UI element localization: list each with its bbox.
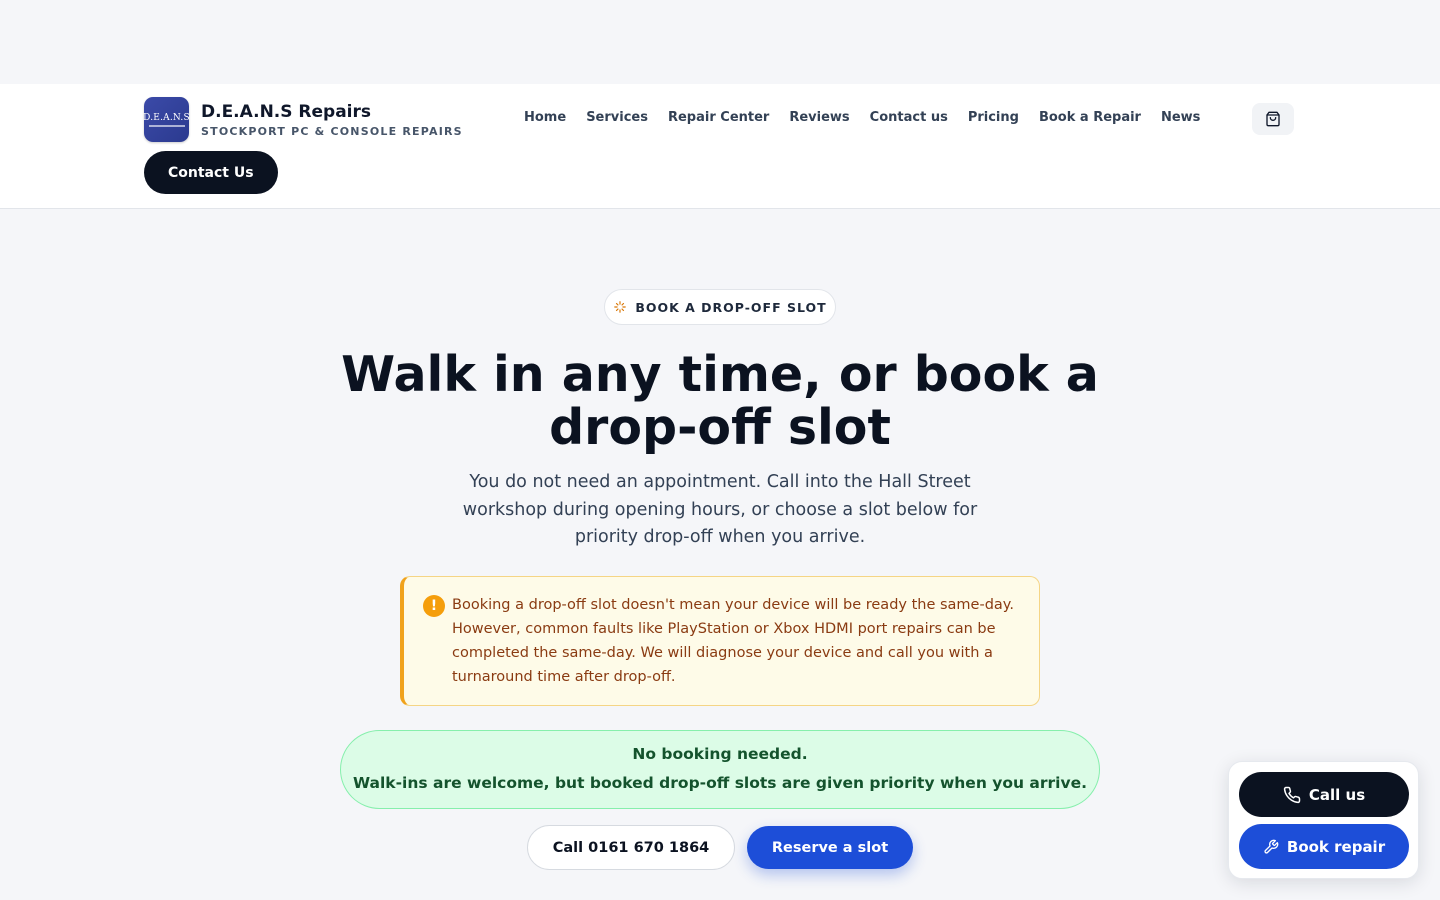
call-phone-button[interactable]: Call 0161 670 1864 [527, 825, 735, 870]
nav-news[interactable]: News [1161, 110, 1200, 126]
brand-logo[interactable]: D.E.A.N.S [143, 97, 190, 142]
floating-call-label: Call us [1308, 785, 1366, 804]
logo-underline [148, 124, 185, 127]
site-header: D.E.A.N.S D.E.A.N.S Repairs STOCKPORT PC… [0, 84, 1440, 209]
nav-contact[interactable]: Contact us [870, 110, 948, 126]
nav-repair-center[interactable]: Repair Center [668, 110, 769, 126]
badge-label: BOOK A DROP-OFF SLOT [635, 299, 827, 315]
phone-icon [1283, 786, 1301, 803]
reserve-slot-button[interactable]: Reserve a slot [747, 826, 913, 869]
contact-us-button[interactable]: Contact Us [144, 151, 278, 194]
nav-reviews[interactable]: Reviews [789, 110, 849, 126]
info-text: Walk-ins are welcome, but booked drop-of… [352, 774, 1087, 792]
warning-text: Booking a drop-off slot doesn't mean you… [452, 597, 1014, 685]
alert-icon: ! [423, 595, 445, 617]
warning-notice: ! Booking a drop-off slot doesn't mean y… [400, 576, 1040, 706]
hero-lead: You do not need an appointment. Call int… [462, 472, 978, 547]
nav-home[interactable]: Home [524, 110, 566, 126]
wrench-icon [1264, 839, 1279, 854]
nav-services[interactable]: Services [586, 110, 648, 126]
brand[interactable]: D.E.A.N.S D.E.A.N.S Repairs STOCKPORT PC… [143, 97, 463, 142]
main-nav: Home Services Repair Center Reviews Cont… [524, 110, 1200, 126]
brand-name[interactable]: D.E.A.N.S Repairs [201, 101, 463, 123]
nav-pricing[interactable]: Pricing [968, 110, 1019, 126]
top-strip [0, 0, 1440, 84]
floating-call-button[interactable]: Call us [1239, 772, 1409, 817]
cart-button[interactable] [1252, 103, 1294, 135]
page-title: Walk in any time, or book a drop-off slo… [341, 346, 1099, 456]
brand-text: D.E.A.N.S Repairs STOCKPORT PC & CONSOLE… [201, 101, 463, 138]
shopping-bag-icon [1266, 111, 1280, 127]
brand-tagline: STOCKPORT PC & CONSOLE REPAIRS [201, 125, 463, 138]
info-banner: No booking needed. Walk-ins are welcome,… [340, 730, 1100, 809]
floating-book-button[interactable]: Book repair [1239, 824, 1409, 869]
nav-book-repair[interactable]: Book a Repair [1039, 110, 1141, 126]
sparkle-icon [614, 301, 627, 313]
floating-action-panel: Call us Book repair [1228, 761, 1419, 879]
section-badge: BOOK A DROP-OFF SLOT [604, 289, 836, 325]
floating-book-label: Book repair [1286, 837, 1386, 856]
logo-text: D.E.A.N.S [143, 112, 190, 123]
info-title: No booking needed. [632, 745, 808, 763]
